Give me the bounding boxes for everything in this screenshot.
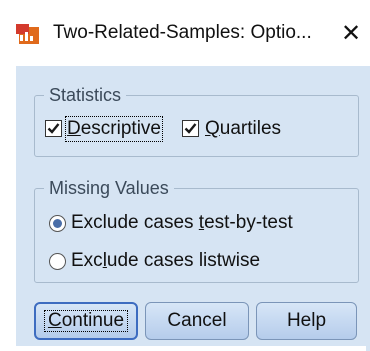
exclude-test-by-test-radio[interactable]	[49, 215, 66, 232]
statistics-group-label: Statistics	[44, 85, 127, 105]
window-title: Two-Related-Samples: Optio...	[53, 22, 312, 43]
descriptive-label[interactable]: Descriptive	[65, 116, 163, 142]
cancel-button-label: Cancel	[167, 310, 227, 331]
radio-selected-dot	[53, 219, 62, 228]
help-button-label: Help	[286, 310, 327, 331]
close-icon[interactable]: ✕	[338, 21, 364, 47]
dialog-edge	[366, 66, 370, 351]
missing-values-group-label: Missing Values	[44, 178, 174, 198]
descriptive-checkbox[interactable]	[45, 120, 62, 137]
checkmark-icon	[47, 123, 60, 134]
quartiles-checkbox[interactable]	[182, 120, 199, 137]
quartiles-label[interactable]: Quartiles	[205, 118, 281, 140]
checkmark-icon	[184, 123, 197, 134]
help-button[interactable]: Help	[256, 302, 357, 340]
app-icon	[16, 24, 39, 44]
continue-button-label: Continue	[43, 310, 129, 332]
cancel-button[interactable]: Cancel	[145, 302, 249, 340]
exclude-listwise-label[interactable]: Exclude cases listwise	[71, 250, 260, 272]
exclude-test-by-test-label[interactable]: Exclude cases test-by-test	[71, 212, 293, 234]
exclude-listwise-radio[interactable]	[49, 253, 66, 270]
continue-button[interactable]: Continue	[34, 302, 138, 340]
title-bar: Two-Related-Samples: Optio... ✕	[0, 0, 370, 66]
